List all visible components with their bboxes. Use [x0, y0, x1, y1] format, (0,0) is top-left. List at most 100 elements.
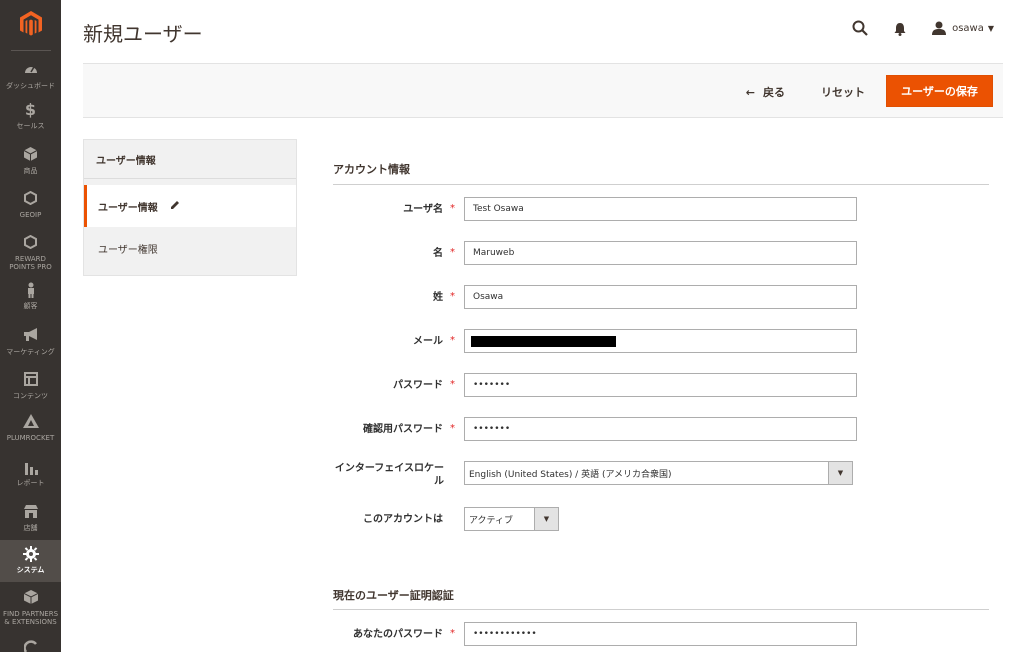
required-marker: * — [450, 628, 455, 639]
required-marker: * — [450, 335, 455, 346]
sidebar-item-customers[interactable]: 顧客 — [0, 282, 61, 318]
sidebar-item-label: システム — [16, 566, 45, 574]
tab-label: ユーザー情報 — [98, 202, 158, 214]
rocket-icon — [22, 414, 39, 432]
redacted-email-bar — [471, 335, 616, 347]
bar-chart-icon — [24, 459, 38, 477]
user-menu[interactable]: osawa ▼ — [932, 21, 994, 35]
username-input[interactable]: Test Osawa — [464, 197, 857, 221]
sidebar-item-label: セールス — [16, 122, 45, 130]
active-select[interactable]: アクティブ ▼ — [464, 507, 559, 531]
sidebar-item-reports[interactable]: レポート — [0, 459, 61, 499]
required-marker: * — [450, 379, 455, 390]
tab-label: ユーザー権限 — [98, 244, 158, 256]
sidebar-item-label: 顧客 — [23, 302, 38, 310]
lastname-input[interactable]: Osawa — [464, 285, 857, 309]
user-info-tabs: ユーザー情報 ユーザー情報 ユーザー権限 — [83, 139, 297, 276]
account-section-title: アカウント情報 — [333, 163, 410, 176]
required-marker: * — [450, 423, 455, 434]
sidebar-item-stores[interactable]: 店舗 — [0, 504, 61, 544]
page-actions-bar: ← 戻る リセット ユーザーの保存 — [83, 63, 1003, 118]
tab-user-info[interactable]: ユーザー情報 — [84, 185, 296, 227]
sidebar-item-dashboard[interactable]: ダッシュボード — [0, 62, 61, 100]
chevron-down-icon: ▼ — [828, 462, 852, 484]
back-button-label: 戻る — [763, 86, 785, 99]
email-row: メール * — [333, 329, 989, 353]
megaphone-icon — [23, 328, 39, 346]
cube-icon — [23, 147, 38, 165]
password-input[interactable]: ••••••• — [464, 373, 857, 397]
partners-icon — [23, 590, 38, 608]
sidebar-item-label: ダッシュボード — [6, 82, 55, 90]
back-button[interactable]: ← 戻る — [746, 84, 785, 100]
sidebar-item-label: FIND PARTNERS & EXTENSIONS — [2, 610, 59, 626]
section-divider — [333, 609, 989, 610]
sidebar-item-find-partners[interactable]: FIND PARTNERS & EXTENSIONS — [0, 590, 61, 630]
locale-label: インターフェイスロケール — [334, 463, 444, 487]
layout-icon — [23, 372, 38, 390]
pencil-icon — [170, 200, 180, 213]
required-marker: * — [450, 291, 455, 302]
admin-sidebar: ダッシュボード $ セールス 商品 GEOIP REWARD POINTS PR… — [0, 0, 61, 652]
locale-select[interactable]: English (United States) / 英語 (アメリカ合衆国) ▼ — [464, 461, 853, 485]
arrow-left-icon: ← — [745, 85, 755, 99]
lastname-row: 姓 * Osawa — [333, 285, 989, 309]
sidebar-item-label: 商品 — [23, 167, 38, 175]
password-confirm-input[interactable]: ••••••• — [464, 417, 857, 441]
email-input[interactable] — [464, 329, 857, 353]
email-label: メール — [413, 335, 443, 347]
active-label: このアカウントは — [363, 513, 443, 525]
store-icon — [23, 504, 39, 522]
firstname-row: 名 * Maruweb — [333, 241, 989, 265]
password-confirm-row: 確認用パスワード * ••••••• — [333, 417, 989, 441]
bell-icon[interactable] — [894, 21, 908, 36]
sidebar-item-products[interactable]: 商品 — [0, 147, 61, 187]
hexagon-icon — [24, 190, 37, 209]
user-icon — [932, 21, 947, 35]
firstname-input[interactable]: Maruweb — [464, 241, 857, 265]
sidebar-item-label: マーケティング — [6, 348, 55, 356]
password-row: パスワード * ••••••• — [333, 373, 989, 397]
password-confirm-label: 確認用パスワード — [363, 423, 443, 435]
chevron-down-icon: ▼ — [987, 23, 994, 33]
tabs-title: ユーザー情報 — [84, 140, 296, 179]
active-row: このアカウントは アクティブ ▼ — [333, 507, 989, 531]
save-user-button[interactable]: ユーザーの保存 — [886, 75, 993, 107]
sidebar-item-marketing[interactable]: マーケティング — [0, 328, 61, 368]
user-name: osawa — [952, 22, 984, 34]
sidebar-item-label: GEOIP — [19, 211, 42, 219]
header-actions: osawa ▼ — [852, 20, 994, 36]
active-select-value: アクティブ — [469, 515, 514, 526]
current-password-input[interactable]: •••••••••••• — [464, 622, 857, 646]
sidebar-item-reward-points[interactable]: REWARD POINTS PRO — [0, 234, 61, 275]
magento-logo-icon[interactable] — [0, 0, 61, 48]
current-password-row: あなたのパスワード * •••••••••••• — [333, 622, 989, 646]
sidebar-item-label: レポート — [16, 479, 45, 487]
required-marker: * — [450, 203, 455, 214]
sidebar-item-system[interactable]: システム — [0, 540, 61, 582]
page-title: 新規ユーザー — [83, 22, 203, 46]
search-icon[interactable] — [852, 20, 868, 36]
reset-button[interactable]: リセット — [821, 84, 865, 100]
gear-icon — [22, 546, 39, 564]
more-icon — [22, 640, 38, 652]
sidebar-item-geoip[interactable]: GEOIP — [0, 190, 61, 231]
locale-select-value: English (United States) / 英語 (アメリカ合衆国) — [469, 469, 672, 480]
sidebar-item-more[interactable] — [0, 640, 61, 652]
sidebar-item-sales[interactable]: $ セールス — [0, 102, 61, 142]
sidebar-item-label: REWARD POINTS PRO — [9, 255, 52, 271]
lastname-label: 姓 — [433, 291, 443, 303]
sidebar-divider — [11, 50, 51, 51]
password-label: パスワード — [393, 379, 443, 391]
sidebar-item-content[interactable]: コンテンツ — [0, 372, 61, 412]
hexagon-icon — [24, 234, 37, 253]
sidebar-item-plumrocket[interactable]: PLUMROCKET — [0, 414, 61, 454]
username-label: ユーザ名 — [403, 203, 443, 215]
chevron-down-icon: ▼ — [534, 508, 558, 530]
tab-user-role[interactable]: ユーザー権限 — [84, 227, 296, 269]
firstname-label: 名 — [433, 247, 443, 259]
person-icon — [26, 282, 36, 300]
verify-section-title: 現在のユーザー証明認証 — [333, 589, 454, 602]
sidebar-item-label: PLUMROCKET — [6, 434, 55, 442]
locale-row: インターフェイスロケール English (United States) / 英… — [333, 461, 989, 489]
